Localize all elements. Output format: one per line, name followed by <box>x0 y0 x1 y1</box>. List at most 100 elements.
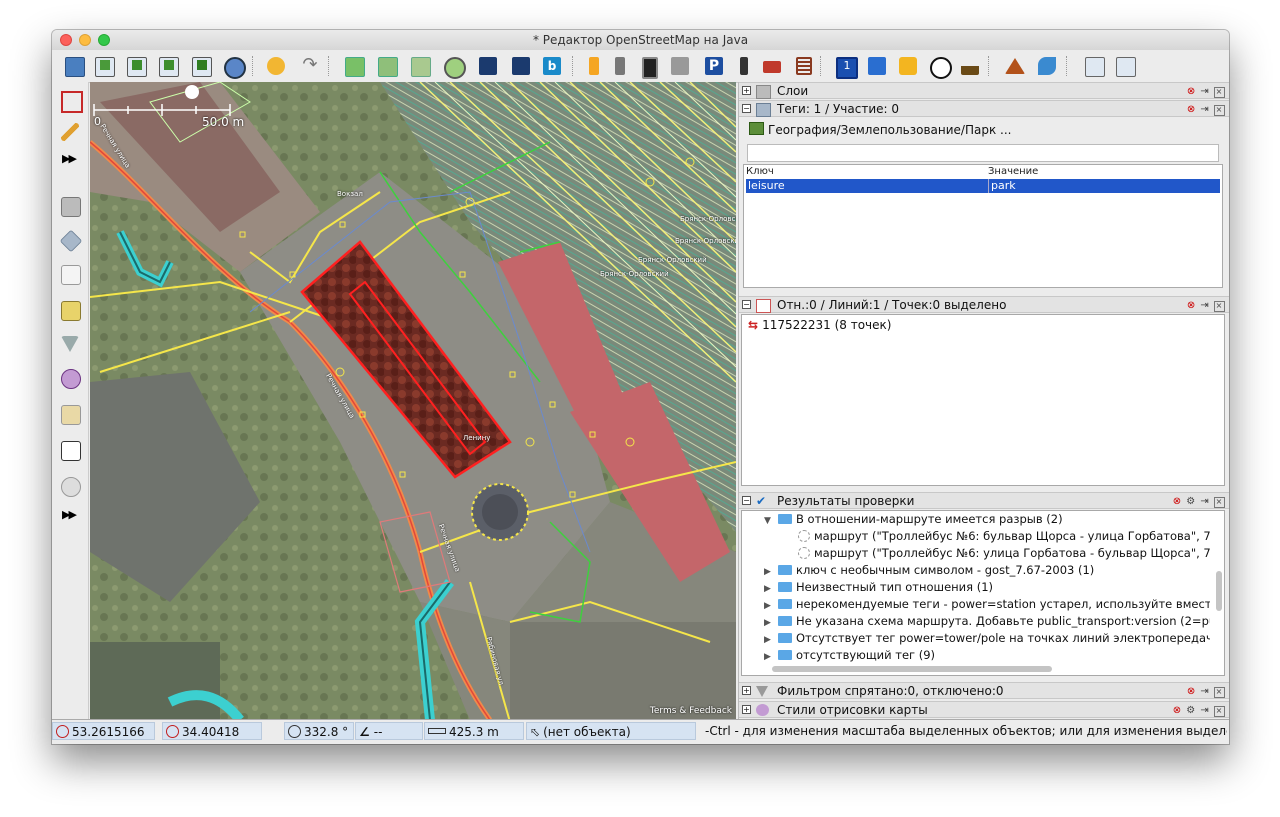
railway-icon[interactable] <box>790 54 814 78</box>
building-gray-icon[interactable] <box>668 54 692 78</box>
layers-toggle-icon[interactable] <box>58 194 82 218</box>
road-preset-icon[interactable] <box>582 54 606 78</box>
delete-icon[interactable]: ⊗ <box>1187 86 1196 97</box>
way-split-icon[interactable] <box>476 54 500 78</box>
map-paint-styles-icon[interactable] <box>58 366 82 390</box>
delete-icon[interactable]: ⊗ <box>1187 686 1196 697</box>
relations-icon[interactable] <box>58 298 82 322</box>
tree-item-row[interactable]: маршрут ("Троллейбус №6: улица Горбатова… <box>798 545 1210 562</box>
way-combine-icon[interactable] <box>509 54 533 78</box>
tree-folder-row[interactable]: ▶ Неизвестный тип отношения (1) <box>764 579 993 596</box>
triangle-right-icon[interactable]: ▶ <box>764 649 778 663</box>
imagery-attribution[interactable]: Terms & Feedback <box>650 706 732 716</box>
upload-icon[interactable] <box>189 54 213 78</box>
peak-icon[interactable] <box>1003 54 1027 78</box>
select-mode-icon[interactable] <box>58 88 83 113</box>
close-panel-icon[interactable]: × <box>1214 706 1225 717</box>
delete-icon[interactable]: ⊗ <box>1187 300 1196 311</box>
delete-icon[interactable]: ⊗ <box>1173 496 1182 507</box>
collapse-toggle-icon[interactable]: − <box>742 300 751 309</box>
barrier-icon[interactable] <box>760 54 784 78</box>
download-area-icon[interactable] <box>156 54 180 78</box>
zoom-icon[interactable] <box>441 54 466 79</box>
tree-folder-row[interactable]: ▶ Отсутствует тег power=tower/pole на точ… <box>764 630 1210 647</box>
map-styles-panel-header[interactable]: + Стили отрисовки карты ⊗ ⚙ ⇥ × <box>739 701 1229 718</box>
preferences-icon[interactable] <box>221 54 246 79</box>
filter-icon[interactable] <box>58 332 82 356</box>
detach-icon[interactable]: ⇥ <box>1200 104 1209 115</box>
zoom-in-icon[interactable] <box>1082 54 1106 78</box>
expand-toggle-icon[interactable]: + <box>742 705 751 714</box>
tree-folder-row[interactable]: ▶ Не указана схема маршрута. Добавьте pub… <box>764 613 1210 630</box>
tree-folder-row[interactable]: ▶ ключ с необычным символом - gost_7.67-2… <box>764 562 1094 579</box>
validation-results-icon[interactable] <box>58 438 82 462</box>
column-key[interactable]: Ключ <box>746 166 774 177</box>
close-panel-icon[interactable]: × <box>1214 87 1225 98</box>
collapse-toggle-icon[interactable]: − <box>742 496 751 505</box>
more-modes-button-top[interactable]: ▶▶ <box>62 152 77 165</box>
filter-panel-header[interactable]: + Фильтром спрятано:0, отключено:0 ⊗ ⇥ × <box>739 682 1229 699</box>
undo-icon[interactable] <box>264 54 288 78</box>
preset-link[interactable]: География/Землепользование/Парк ... <box>749 122 1011 137</box>
tag-search-input[interactable] <box>747 144 1219 162</box>
detach-icon[interactable]: ⇥ <box>1200 86 1209 97</box>
tags-toggle-icon[interactable] <box>58 228 83 253</box>
selection-list-icon[interactable] <box>58 262 82 286</box>
hotel-icon[interactable] <box>865 54 889 78</box>
detach-icon[interactable]: ⇥ <box>1200 705 1209 716</box>
settings-icon[interactable]: ⚙ <box>1186 705 1196 716</box>
history-icon[interactable] <box>58 474 82 498</box>
sport-icon[interactable] <box>927 54 952 79</box>
horizontal-scrollbar[interactable] <box>772 666 1052 672</box>
selection-panel-header[interactable]: − Отн.:0 / Линий:1 / Точек:0 выделено ⊗ … <box>739 296 1229 313</box>
minimize-window-button[interactable] <box>79 34 91 46</box>
wms-icon[interactable] <box>408 54 432 78</box>
changeset-icon[interactable] <box>58 402 82 426</box>
info-icon[interactable]: 1 <box>833 54 858 79</box>
triangle-down-icon[interactable]: ▼ <box>764 513 778 530</box>
tree-folder-row[interactable]: ▶ нерекомендуемые теги - power=station ус… <box>764 596 1210 613</box>
download-icon[interactable] <box>92 54 116 78</box>
zoom-extent-icon[interactable] <box>342 54 366 78</box>
railway-preset-icon[interactable] <box>608 54 632 78</box>
traffic-signals-icon[interactable] <box>732 54 756 78</box>
settings-icon[interactable]: ⚙ <box>1186 496 1196 507</box>
track-preset-icon[interactable] <box>636 54 660 79</box>
detach-icon[interactable]: ⇥ <box>1200 686 1209 697</box>
map-canvas[interactable] <box>90 82 736 720</box>
close-panel-icon[interactable]: × <box>1214 105 1225 116</box>
expand-toggle-icon[interactable]: + <box>742 686 751 695</box>
validation-panel-header[interactable]: − ✔ Результаты проверки ⊗ ⚙ ⇥ × <box>739 492 1229 509</box>
redo-icon[interactable]: ↷ <box>298 54 322 78</box>
collapse-toggle-icon[interactable]: − <box>742 104 751 113</box>
list-item[interactable]: ⇆ 117522231 (8 точек) <box>748 318 891 332</box>
open-file-icon[interactable] <box>62 54 86 78</box>
tag-row[interactable]: leisure park <box>746 179 1220 193</box>
tree-folder-row[interactable]: ▶ отсутствующий тег (9) <box>764 647 935 663</box>
landuse-industrial-icon[interactable] <box>958 54 982 78</box>
zoom-window-button[interactable] <box>98 34 110 46</box>
delete-icon[interactable]: ⊗ <box>1173 705 1182 716</box>
delete-icon[interactable]: ⊗ <box>1187 104 1196 115</box>
tree-folder-row[interactable]: ▼ В отношении-маршруте имеется разрыв (2) <box>764 511 1063 528</box>
close-panel-icon[interactable]: × <box>1214 301 1225 312</box>
tags-panel-header[interactable]: − Теги: 1 / Участие: 0 ⊗ ⇥ × <box>739 100 1229 117</box>
download-object-icon[interactable] <box>124 54 148 78</box>
layers-panel-header[interactable]: + Слои ⊗ ⇥ × <box>739 82 1229 99</box>
detach-icon[interactable]: ⇥ <box>1200 496 1209 507</box>
tree-item-row[interactable]: маршрут ("Троллейбус №6: бульвар Щорса -… <box>798 528 1210 545</box>
zoom-out-icon[interactable] <box>1113 54 1137 78</box>
waterway-icon[interactable] <box>1035 54 1059 78</box>
close-window-button[interactable] <box>60 34 72 46</box>
expand-toggle-icon[interactable]: + <box>742 86 751 95</box>
print-icon[interactable] <box>375 54 399 78</box>
shop-icon[interactable] <box>896 54 920 78</box>
parking-icon[interactable]: P <box>702 54 726 78</box>
close-panel-icon[interactable]: × <box>1214 497 1225 508</box>
bing-icon[interactable]: b <box>540 54 564 78</box>
draw-mode-icon[interactable] <box>58 120 82 144</box>
more-dialogs-button-bottom[interactable]: ▶▶ <box>62 508 77 521</box>
vertical-scrollbar[interactable] <box>1216 571 1222 611</box>
close-panel-icon[interactable]: × <box>1214 687 1225 698</box>
column-value[interactable]: Значение <box>988 166 1038 177</box>
